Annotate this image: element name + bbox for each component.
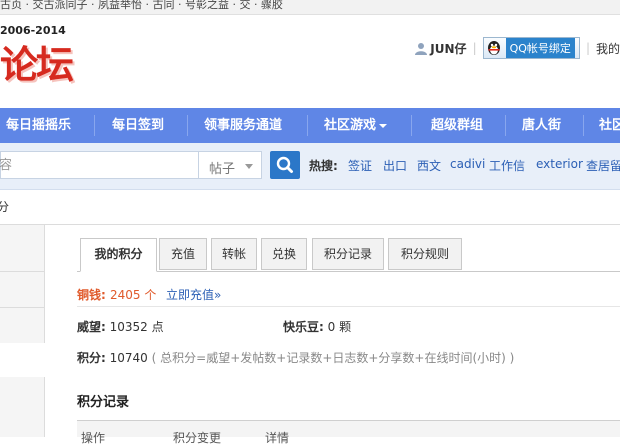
total-credit-label: 积分: — [77, 351, 106, 365]
column-header: 操作 — [81, 431, 106, 445]
main-nav: 每日摇摇乐 每日签到 领事服务通道 社区游戏 超级群组 唐人街 社区 — [0, 108, 620, 143]
prestige-label: 威望: — [77, 320, 106, 334]
search-placeholder: 容 — [0, 158, 13, 173]
hot-term[interactable]: 出口 — [383, 157, 407, 174]
user-area: JUN仔 | QQ帐号绑定 | 我的 — [415, 36, 620, 60]
total-credit-formula: ( 总积分=威望+发帖数+记录数+日志数+分享数+在线时间(小时) ) — [151, 351, 515, 365]
happy-bean-value: 0 颗 — [327, 320, 352, 334]
sidebar-divider — [0, 307, 44, 308]
qq-bind-label: QQ帐号绑定 — [505, 38, 575, 58]
content-divider — [77, 306, 620, 307]
nav-item-daily-checkin[interactable]: 每日签到 — [112, 108, 164, 143]
nav-separator — [505, 115, 506, 136]
tab-exchange[interactable]: 兑换 — [261, 238, 307, 270]
credit-record-title: 积分记录 — [77, 395, 130, 410]
hot-term[interactable]: 工作信 — [489, 157, 525, 174]
nav-item-community[interactable]: 社区 — [599, 108, 620, 143]
nav-item-community-games[interactable]: 社区游戏 — [324, 108, 388, 143]
copper-value: 2405 个 — [110, 288, 157, 302]
record-table-header: 操作 积分变更 详情 — [77, 421, 620, 445]
user-icon — [415, 42, 428, 55]
nav-separator — [94, 115, 95, 136]
logo-text: 论坛 — [0, 42, 74, 87]
hot-term[interactable]: exterior — [536, 157, 583, 171]
nav-separator — [411, 115, 412, 136]
hot-term[interactable]: 查居留 — [586, 157, 620, 174]
nav-item-daily-shake[interactable]: 每日摇摇乐 — [6, 108, 71, 143]
topup-link[interactable]: 立即充值» — [166, 286, 221, 303]
tab-credit-rules[interactable]: 积分规则 — [388, 238, 462, 270]
tab-my-credits[interactable]: 我的积分 — [80, 238, 157, 272]
hot-term[interactable]: 西文 — [417, 157, 441, 174]
search-type-label: 帖子 — [209, 162, 236, 177]
left-sidebar — [0, 225, 45, 437]
total-credit-row: 积分: 10740 ( 总积分=威望+发帖数+记录数+日志数+分享数+在线时间(… — [77, 349, 514, 366]
nav-separator — [187, 115, 188, 136]
search-button[interactable] — [270, 151, 300, 179]
search-type-select[interactable]: 帖子 — [198, 151, 262, 179]
nav-item-consular-service[interactable]: 领事服务通道 — [204, 108, 282, 143]
nav-item-super-groups[interactable]: 超级群组 — [431, 108, 483, 143]
copper-label: 铜钱: — [77, 288, 106, 302]
divider: | — [472, 41, 477, 55]
search-icon — [276, 156, 293, 173]
tab-transfer[interactable]: 转帐 — [211, 238, 257, 270]
sidebar-item-selected[interactable] — [0, 343, 45, 377]
tab-credit-log[interactable]: 积分记录 — [312, 238, 384, 270]
nav-separator — [307, 115, 308, 136]
happy-bean-label: 快乐豆: — [283, 320, 324, 334]
nav-separator — [583, 115, 584, 136]
sidebar-divider — [0, 271, 44, 272]
hot-term[interactable]: cadivi — [450, 157, 485, 171]
nav-item-chinatown[interactable]: 唐人街 — [522, 108, 561, 143]
my-menu-link[interactable]: 我的 — [596, 40, 620, 57]
hot-term[interactable]: 签证 — [348, 157, 372, 174]
site-logo[interactable]: 2006-2014 论坛 — [0, 24, 100, 87]
happy-bean-row: 快乐豆: 0 颗 — [283, 318, 351, 335]
column-header: 积分变更 — [173, 431, 222, 445]
chevron-down-icon — [245, 164, 253, 169]
breadcrumb: 分 — [0, 190, 620, 225]
breadcrumb-current: 分 — [0, 200, 10, 214]
top-links-strip: 古页 · 交古派同子 · 夙益举怡 · 古同 · 号彰之益 · 交 · 骤胶 — [0, 0, 620, 15]
total-credit-value: 10740 — [109, 351, 148, 365]
qq-bind-button[interactable]: QQ帐号绑定 — [482, 37, 580, 59]
nav-item-community-games-label: 社区游戏 — [324, 118, 377, 133]
divider: | — [585, 41, 590, 55]
search-input[interactable]: 容 — [0, 151, 198, 179]
credit-tabs: 我的积分 充值 转帐 兑换 积分记录 积分规则 — [77, 238, 620, 272]
hot-search-label: 热搜: — [309, 159, 338, 173]
username-link[interactable]: JUN仔 — [430, 40, 466, 57]
prestige-row: 威望: 10352 点 — [77, 318, 164, 335]
top-links-text[interactable]: 古页 · 交古派同子 · 夙益举怡 · 古同 · 号彰之益 · 交 · 骤胶 — [0, 0, 283, 12]
qq-penguin-icon — [487, 41, 500, 55]
chevron-down-icon — [379, 123, 388, 128]
tab-recharge[interactable]: 充值 — [159, 238, 207, 270]
prestige-value: 10352 点 — [109, 320, 164, 334]
column-header: 详情 — [265, 431, 290, 445]
search-bar: 容 帖子 热搜: 签证 出口 西文 cadivi 工作信 exterior 查居… — [0, 143, 620, 190]
